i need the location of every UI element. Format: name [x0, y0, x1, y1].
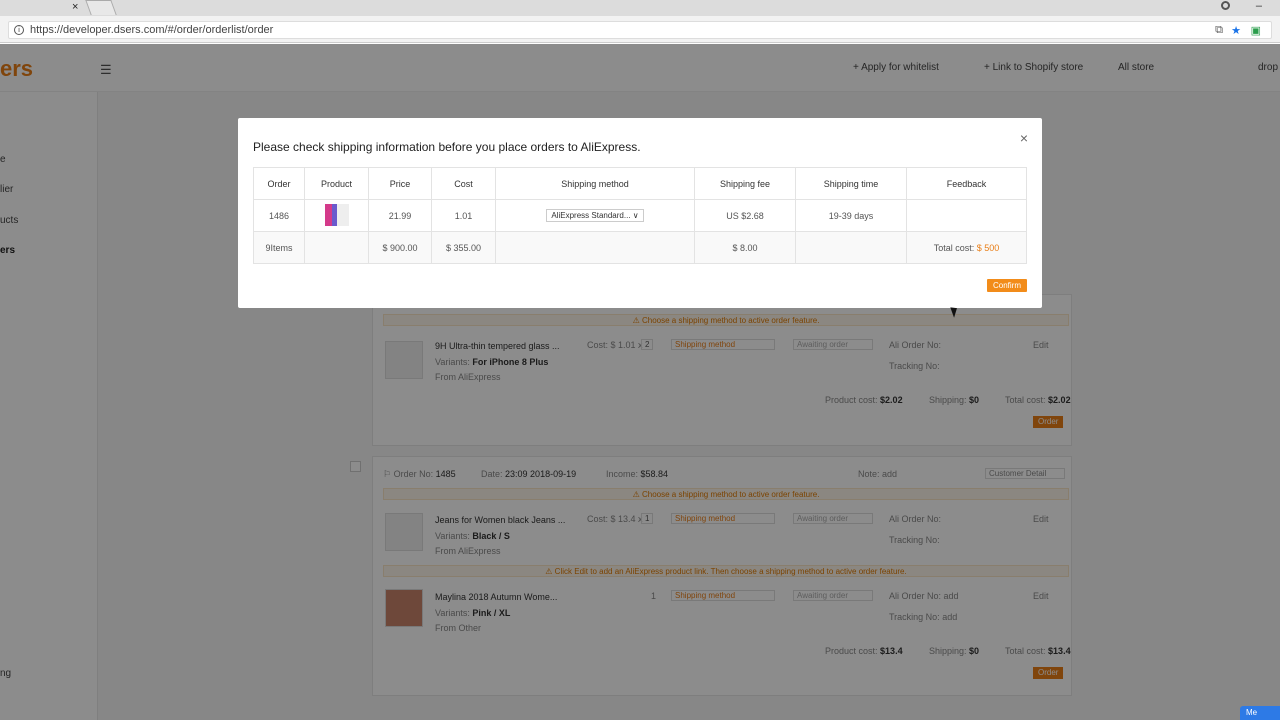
chat-widget[interactable]: Me: [1240, 706, 1280, 720]
shipping-method-dropdown[interactable]: AliExpress Standard... ∨: [546, 209, 644, 222]
shipping-check-modal: Please check shipping information before…: [238, 118, 1042, 308]
total-row: 9Items $ 900.00 $ 355.00 $ 8.00 Total co…: [253, 231, 1027, 264]
close-icon[interactable]: ×: [1020, 130, 1028, 146]
cost-cell: 1.01: [431, 199, 496, 232]
total-price: $ 900.00: [368, 231, 432, 264]
col-shipping-time: Shipping time: [795, 167, 907, 200]
extension-icon[interactable]: ▣: [1251, 24, 1261, 37]
col-product: Product: [304, 167, 369, 200]
total-method-empty: [495, 231, 695, 264]
address-bar-container: i https://developer.dsers.com/#/order/or…: [0, 16, 1280, 43]
product-image-cell: [304, 199, 369, 232]
table-header-row: Order Product Price Cost Shipping method…: [253, 167, 1027, 200]
table-row: 1486 21.99 1.01 AliExpress Standard... ∨…: [253, 199, 1027, 232]
total-shipping-fee: $ 8.00: [694, 231, 796, 264]
col-shipping-fee: Shipping fee: [694, 167, 796, 200]
col-cost: Cost: [431, 167, 496, 200]
confirm-button[interactable]: Confirm: [986, 279, 1027, 292]
account-icon[interactable]: [1221, 1, 1230, 10]
col-order: Order: [253, 167, 305, 200]
grand-total: Total cost: $ 500: [906, 231, 1027, 264]
col-shipping-method: Shipping method: [495, 167, 695, 200]
total-items: 9Items: [253, 231, 305, 264]
order-number-link[interactable]: 1486: [253, 199, 305, 232]
translate-icon[interactable]: ⧉: [1215, 24, 1223, 37]
total-time-empty: [795, 231, 907, 264]
total-product-empty: [304, 231, 369, 264]
price-cell: 21.99: [368, 199, 432, 232]
minimize-button[interactable]: –: [1256, 0, 1262, 12]
feedback-cell: [906, 199, 1027, 232]
new-tab-button[interactable]: [85, 0, 117, 15]
browser-tab-strip: × –: [0, 0, 1280, 16]
shipping-table: Order Product Price Cost Shipping method…: [253, 167, 1027, 264]
chevron-down-icon: ∨: [632, 211, 639, 220]
shipping-fee-cell: US $2.68: [694, 199, 796, 232]
total-cost-cell: $ 355.00: [431, 231, 496, 264]
product-image: [324, 203, 349, 226]
info-icon[interactable]: i: [14, 25, 24, 35]
shipping-time-cell: 19-39 days: [795, 199, 907, 232]
address-bar[interactable]: i https://developer.dsers.com/#/order/or…: [8, 21, 1272, 39]
col-feedback: Feedback: [906, 167, 1027, 200]
url-text[interactable]: https://developer.dsers.com/#/order/orde…: [30, 24, 273, 36]
bookmark-star-icon[interactable]: ★: [1231, 24, 1241, 37]
col-price: Price: [368, 167, 432, 200]
modal-title: Please check shipping information before…: [253, 140, 641, 154]
shipping-method-cell: AliExpress Standard... ∨: [495, 199, 695, 232]
tab-close-icon[interactable]: ×: [72, 1, 78, 13]
